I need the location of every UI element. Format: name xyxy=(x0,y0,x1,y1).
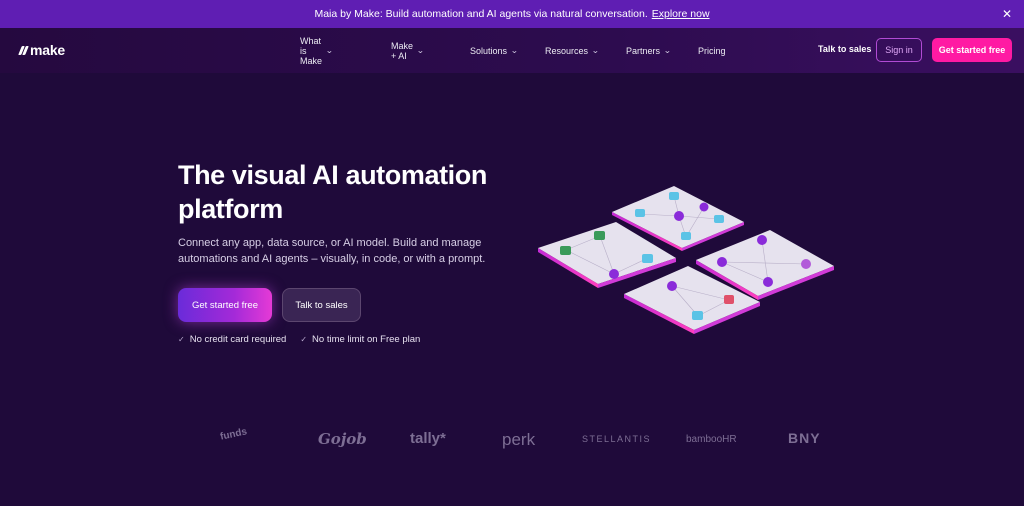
menu-label: What is Make xyxy=(300,35,323,66)
module-node xyxy=(594,231,605,240)
menu-label: Partners xyxy=(626,45,661,56)
explore-now-link[interactable]: Explore now xyxy=(652,8,710,20)
chevron-down-icon: ⌄ xyxy=(591,46,600,55)
chevron-down-icon: ⌄ xyxy=(416,46,425,55)
module-node xyxy=(724,295,734,304)
hero-subtitle: Connect any app, data source, or AI mode… xyxy=(178,237,486,265)
module-node xyxy=(642,254,653,263)
module-node xyxy=(667,281,677,291)
hero-title-line2: platform xyxy=(178,194,283,224)
brand-logo-bny: BNY xyxy=(788,430,821,446)
module-node xyxy=(763,277,773,287)
menu-solutions[interactable]: Solutions ⌄ xyxy=(470,46,518,56)
make-logo-icon xyxy=(18,45,29,55)
module-node xyxy=(717,257,727,267)
menu-pricing[interactable]: Pricing xyxy=(698,46,726,56)
make-logo[interactable]: make xyxy=(18,42,66,58)
menu-partners[interactable]: Partners ⌄ xyxy=(626,46,671,56)
menu-label: Solutions xyxy=(470,45,508,56)
check-icon: ✓ xyxy=(300,335,308,344)
check-icon: ✓ xyxy=(178,335,185,344)
scenario-illustration xyxy=(538,186,834,334)
module-node xyxy=(674,211,684,221)
module-node xyxy=(714,215,724,223)
module-node xyxy=(692,311,703,320)
menu-make-ai[interactable]: Make + AI ⌄ xyxy=(391,41,424,61)
menu-resources[interactable]: Resources ⌄ xyxy=(545,46,599,56)
brand-logo-funds: funds xyxy=(219,426,249,443)
menu-label: Make + AI xyxy=(391,40,414,61)
benefit-item: ✓ No time limit on Free plan xyxy=(300,334,420,345)
menu-label: Resources xyxy=(545,45,589,56)
brand-logo-perk: perk xyxy=(502,430,536,449)
module-node xyxy=(609,269,619,279)
brand-logo-tally: tally* xyxy=(410,430,446,447)
benefit-label: No time limit on Free plan xyxy=(312,334,421,345)
menu-what-is-make[interactable]: What is Make ⌄ xyxy=(300,36,333,66)
talk-to-sales-link[interactable]: Talk to sales xyxy=(818,44,871,54)
banner-text: Maia by Make: Build automation and AI ag… xyxy=(314,8,648,20)
announcement-banner: Maia by Make: Build automation and AI ag… xyxy=(0,0,1024,28)
menu-label: Pricing xyxy=(698,45,726,56)
brand-logo-stellantis: STELLANTIS xyxy=(582,434,652,444)
module-node xyxy=(757,235,767,245)
chevron-down-icon: ⌄ xyxy=(663,46,672,55)
module-node xyxy=(635,209,645,217)
chevron-down-icon: ⌄ xyxy=(325,46,334,55)
hero-title-line1: The visual AI automation xyxy=(178,160,487,190)
talk-to-sales-button[interactable]: Talk to sales xyxy=(282,288,361,322)
benefit-item: ✓ No credit card required xyxy=(178,334,286,345)
top-navigation: make What is Make ⌄ Make + AI ⌄ Solution… xyxy=(0,28,1024,73)
benefit-list: ✓ No credit card required ✓ No time limi… xyxy=(178,334,420,345)
make-logo-text: make xyxy=(30,42,66,58)
module-node xyxy=(699,202,709,212)
module-node xyxy=(560,246,571,255)
sign-in-button[interactable]: Sign in xyxy=(876,38,922,62)
get-started-free-button[interactable]: Get started free xyxy=(178,288,272,322)
module-node xyxy=(801,259,811,269)
chevron-down-icon: ⌄ xyxy=(510,46,519,55)
get-started-free-nav-button[interactable]: Get started free xyxy=(932,38,1012,62)
customer-logos: funds Gojob tally* perk STELLANTIS bambo… xyxy=(0,420,1024,460)
close-icon[interactable]: ✕ xyxy=(1000,7,1014,21)
module-node xyxy=(669,192,679,200)
brand-logo-bamboohr: bambooHR xyxy=(686,434,737,445)
module-node xyxy=(681,232,691,240)
hero-title: The visual AI automation platform xyxy=(178,158,518,226)
benefit-label: No credit card required xyxy=(189,334,287,345)
brand-logo-gojob: Gojob xyxy=(318,430,367,448)
